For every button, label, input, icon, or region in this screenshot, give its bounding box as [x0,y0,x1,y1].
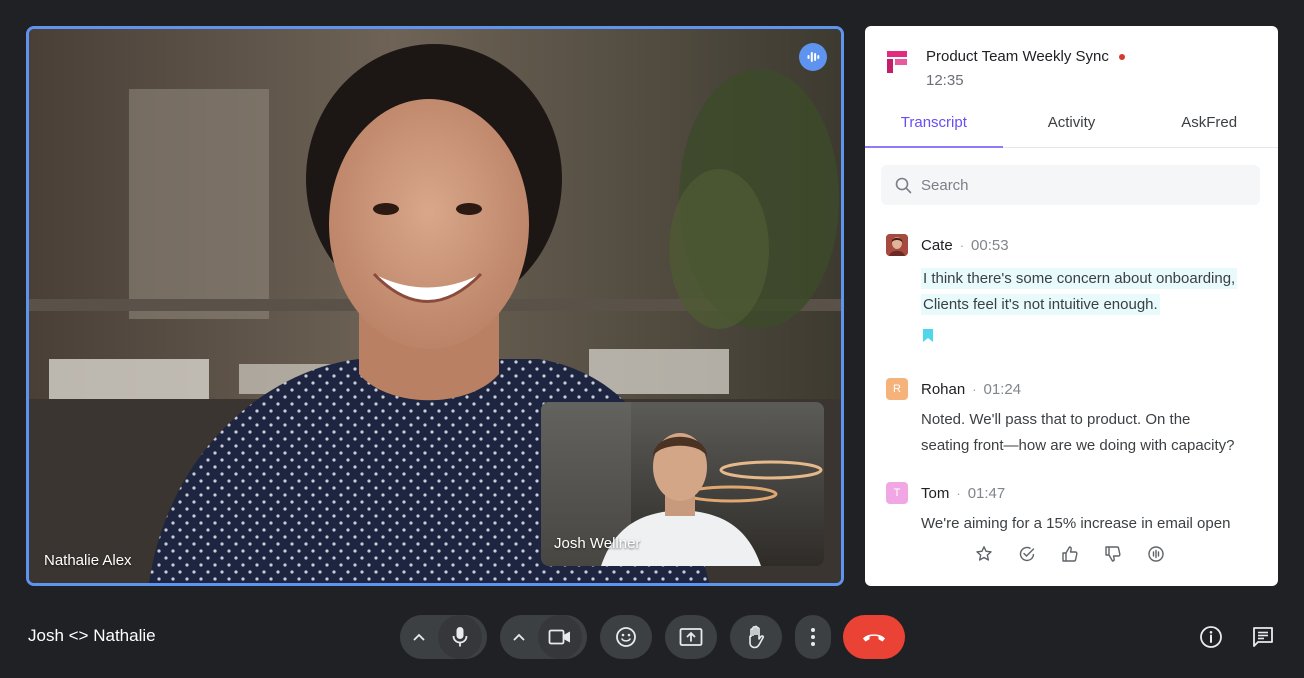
more-options-icon [811,628,815,646]
mic-button[interactable] [438,615,482,659]
entry-line: Noted. We'll pass that to product. On th… [921,411,1191,428]
transcript-entry: R Rohan · 01:24 Noted. We'll pass that t… [886,378,1266,459]
search-input[interactable] [921,176,1241,194]
recording-indicator [1118,53,1125,60]
entry-text: We're aiming for a 15% increase in email… [921,511,1266,537]
present-screen-icon [679,628,703,646]
entry-text: Noted. We'll pass that to product. On th… [921,407,1266,459]
soundbite-icon[interactable] [1147,545,1165,563]
chat-icon [1253,627,1273,647]
mic-options-button[interactable] [400,615,438,659]
thumbs-up-icon[interactable] [1061,545,1079,563]
meeting-title: Product Team Weekly Sync [926,48,1109,65]
avatar: T [886,482,908,504]
camera-control-group [500,615,587,659]
emoji-icon [616,627,636,647]
avatar: R [886,378,908,400]
transcript-search[interactable] [881,165,1260,205]
end-call-button[interactable] [843,615,905,659]
speaker-photo [886,234,908,256]
check-circle-icon[interactable] [1018,545,1036,563]
separator-dot: · [972,381,977,397]
separator-dot: · [956,485,961,501]
more-options-button[interactable] [795,615,831,659]
camera-button[interactable] [538,615,582,659]
mic-icon [452,627,468,647]
entry-header: T Tom · 01:47 [886,482,1266,504]
audio-wave-icon [807,52,820,62]
emoji-button[interactable] [600,615,652,659]
meeting-info-button[interactable] [1198,624,1224,650]
star-icon[interactable] [975,545,993,563]
main-participant-name: Nathalie Alex [44,552,132,569]
chat-button[interactable] [1250,624,1276,650]
meeting-name: Josh <> Nathalie [28,626,156,645]
transcript-entry: T Tom · 01:47 We're aiming for a 15% inc… [886,482,1266,537]
avatar [886,234,908,256]
tab-askfred[interactable]: AskFred [1140,106,1278,147]
entry-header: Cate · 00:53 [886,234,1266,256]
chevron-up-icon [413,633,425,641]
meeting-elapsed-time: 12:35 [926,72,964,89]
tab-activity[interactable]: Activity [1003,106,1141,147]
mic-control-group [400,615,487,659]
info-icon [1200,626,1222,648]
speaking-indicator [799,43,827,71]
entry-timestamp[interactable]: 01:24 [984,381,1022,398]
self-view-name: Josh Wellner [554,535,641,552]
main-video-tile[interactable]: Josh Wellner Nathalie Alex [26,26,844,586]
raise-hand-button[interactable] [730,615,782,659]
entry-header: R Rohan · 01:24 [886,378,1266,400]
highlighted-line: I think there's some concern about onboa… [921,268,1238,289]
separator-dot: · [959,237,965,253]
speaker-name: Rohan [921,380,966,398]
reaction-bar [975,545,1165,563]
self-view-tile[interactable]: Josh Wellner [541,402,824,566]
highlighted-line: Clients feel it's not intuitive enough. [921,294,1160,315]
meeting-notes-panel: Product Team Weekly Sync 12:35 Transcrip… [865,26,1278,586]
entry-timestamp[interactable]: 01:47 [968,485,1006,502]
entry-text: I think there's some concern about onboa… [921,266,1266,318]
camera-icon [548,629,570,645]
tab-transcript[interactable]: Transcript [865,106,1003,148]
panel-tabs: Transcript Activity AskFred [865,106,1278,148]
camera-options-button[interactable] [500,615,538,659]
meeting-title-row: Product Team Weekly Sync [926,48,1125,65]
end-call-icon [863,634,885,642]
search-icon [895,177,912,193]
panel-header: Product Team Weekly Sync 12:35 [887,48,1125,89]
raise-hand-icon [749,625,764,649]
fireflies-logo-icon [887,51,907,73]
entry-line: We're aiming for a 15% increase in email… [921,515,1231,532]
present-screen-button[interactable] [665,615,717,659]
speaker-name: Cate [921,236,953,254]
thumbs-down-icon[interactable] [1104,545,1122,563]
bookmark-icon[interactable] [922,328,1266,348]
speaker-name: Tom [921,484,950,502]
transcript-entry: Cate · 00:53 I think there's some concer… [886,234,1266,348]
chevron-up-icon [513,633,525,641]
entry-timestamp[interactable]: 00:53 [971,237,1009,254]
entry-line: seating front—how are we doing with capa… [921,437,1235,454]
